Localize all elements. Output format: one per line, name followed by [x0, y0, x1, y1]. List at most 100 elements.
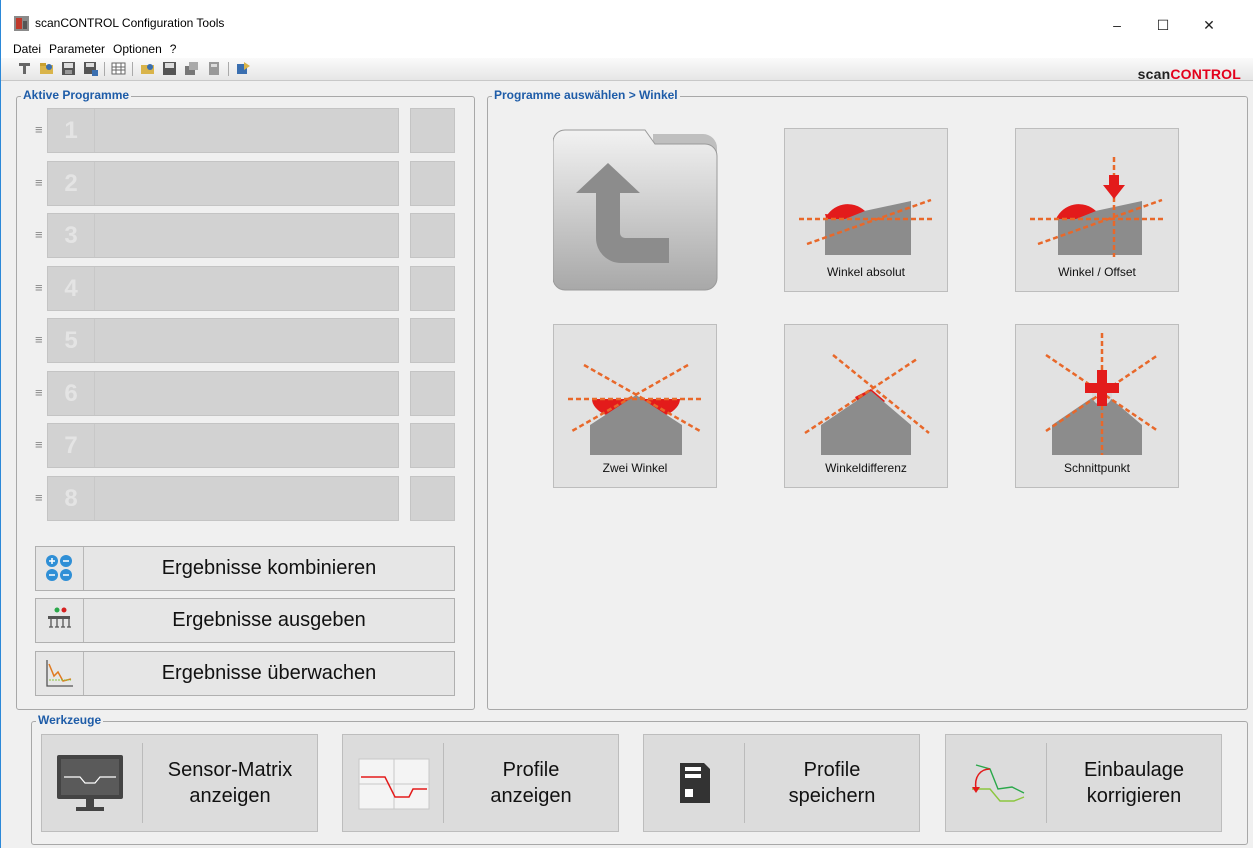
output-results-icon: [48, 599, 84, 642]
drag-handle-icon[interactable]: ≡: [35, 437, 43, 452]
window-title: scanCONTROL Configuration Tools: [35, 16, 225, 30]
program-number: 4: [48, 267, 95, 310]
profile-chart-icon: [358, 743, 444, 823]
absolute-angle-icon: [799, 198, 935, 255]
back-folder-icon: [552, 129, 718, 291]
program-slot-3[interactable]: ≡ 3: [35, 213, 460, 259]
sensor-connect-icon[interactable]: [17, 61, 32, 76]
correct-position-icon: [972, 743, 1047, 823]
program-selection-title: Programme auswählen > Winkel: [492, 88, 680, 102]
program-slot-2[interactable]: ≡ 2: [35, 161, 460, 207]
tool-label-line1: Sensor-Matrix: [167, 759, 293, 781]
tile-winkeldifferenz[interactable]: Winkeldifferenz: [784, 324, 948, 488]
menu-parameter[interactable]: Parameter: [45, 40, 109, 56]
angle-difference-icon: [804, 354, 930, 455]
maximize-button[interactable]: ☐: [1140, 10, 1186, 40]
drag-handle-icon[interactable]: ≡: [35, 122, 43, 137]
sensor-matrix-button[interactable]: Sensor-Matrix anzeigen: [41, 734, 318, 832]
drag-handle-icon[interactable]: ≡: [35, 490, 43, 505]
tile-zwei-winkel[interactable]: Zwei Winkel: [553, 324, 717, 488]
menu-help[interactable]: ?: [166, 40, 181, 56]
save-icon[interactable]: [61, 61, 76, 76]
reset-icon[interactable]: [236, 61, 251, 76]
tool-label-line2: anzeigen: [490, 785, 572, 807]
combine-results-button[interactable]: Ergebnisse kombinieren: [35, 546, 455, 591]
save-sensor-icon[interactable]: [162, 61, 177, 76]
program-slot-8[interactable]: ≡ 8: [35, 476, 460, 522]
program-slot-main[interactable]: 2: [47, 161, 399, 206]
tool-label-line2: speichern: [788, 785, 876, 807]
close-button[interactable]: ✕: [1186, 10, 1232, 40]
program-slot-main[interactable]: 6: [47, 371, 399, 416]
program-slot-5[interactable]: ≡ 5: [35, 318, 460, 364]
brand-logo: scanCONTROL: [1137, 66, 1241, 82]
program-number: 3: [48, 214, 95, 257]
save-profiles-button[interactable]: Profile speichern: [643, 734, 920, 832]
program-number: 8: [48, 477, 95, 520]
save-disk-icon: [680, 743, 745, 823]
program-number: 7: [48, 424, 95, 467]
program-slot-4[interactable]: ≡ 4: [35, 266, 460, 312]
program-slot-option[interactable]: [410, 161, 455, 206]
tools-title: Werkzeuge: [36, 713, 104, 727]
program-slot-option[interactable]: [410, 266, 455, 311]
program-slot-main[interactable]: 8: [47, 476, 399, 521]
tool-label-line2: anzeigen: [189, 785, 271, 807]
angle-offset-icon: [1030, 157, 1166, 257]
toolbar: [1, 58, 1253, 81]
tile-label: Winkeldifferenz: [825, 461, 907, 475]
tile-winkel-absolut[interactable]: Winkel absolut: [784, 128, 948, 292]
program-number: 2: [48, 162, 95, 205]
title-bar: scanCONTROL Configuration Tools – ☐ ✕: [1, 0, 1253, 40]
monitor-results-label: Ergebnisse überwachen: [161, 662, 377, 684]
program-slot-main[interactable]: 3: [47, 213, 399, 258]
tile-schnittpunkt[interactable]: Schnittpunkt: [1015, 324, 1179, 488]
program-slot-main[interactable]: 7: [47, 423, 399, 468]
app-window: scanCONTROL Configuration Tools – ☐ ✕ Da…: [0, 0, 1253, 848]
combine-results-label: Ergebnisse kombinieren: [161, 557, 377, 579]
tile-label: Schnittpunkt: [1063, 461, 1131, 475]
menu-bar: Datei Parameter Optionen?: [1, 40, 1253, 58]
active-programs-title: Aktive Programme: [21, 88, 132, 102]
monitor-results-icon: [46, 652, 84, 695]
program-slot-main[interactable]: 1: [47, 108, 399, 153]
tile-label: Winkel absolut: [826, 265, 906, 279]
program-slot-7[interactable]: ≡ 7: [35, 423, 460, 469]
intersection-icon: [1045, 333, 1159, 455]
program-slot-main[interactable]: 5: [47, 318, 399, 363]
program-slot-option[interactable]: [410, 213, 455, 258]
table-icon[interactable]: [111, 61, 126, 76]
program-slot-option[interactable]: [410, 476, 455, 521]
open-config-icon[interactable]: [39, 61, 54, 76]
back-tile[interactable]: [552, 128, 719, 294]
output-results-button[interactable]: Ergebnisse ausgeben: [35, 598, 455, 643]
tile-winkel-offset[interactable]: Winkel / Offset: [1015, 128, 1179, 292]
program-slot-option[interactable]: [410, 423, 455, 468]
minimize-button[interactable]: –: [1094, 10, 1140, 40]
drag-handle-icon[interactable]: ≡: [35, 385, 43, 400]
menu-datei[interactable]: Datei: [1, 40, 45, 56]
program-slot-option[interactable]: [410, 108, 455, 153]
menu-optionen[interactable]: Optionen: [109, 40, 166, 56]
export-icon[interactable]: [184, 61, 199, 76]
load-sensor-icon[interactable]: [140, 61, 155, 76]
program-slot-option[interactable]: [410, 371, 455, 416]
import-icon[interactable]: [206, 61, 221, 76]
correct-position-button[interactable]: Einbaulage korrigieren: [945, 734, 1222, 832]
show-profiles-button[interactable]: Profile anzeigen: [342, 734, 619, 832]
monitor-results-button[interactable]: Ergebnisse überwachen: [35, 651, 455, 696]
app-logo-icon: [14, 16, 29, 31]
drag-handle-icon[interactable]: ≡: [35, 280, 43, 295]
output-results-label: Ergebnisse ausgeben: [172, 609, 366, 631]
program-number: 6: [48, 372, 95, 415]
drag-handle-icon[interactable]: ≡: [35, 175, 43, 190]
program-slot-1[interactable]: ≡ 1: [35, 108, 460, 154]
drag-handle-icon[interactable]: ≡: [35, 227, 43, 242]
program-slot-option[interactable]: [410, 318, 455, 363]
monitor-icon: [57, 743, 143, 823]
tool-label-line1: Profile: [803, 759, 861, 781]
save-as-icon[interactable]: [83, 61, 98, 76]
program-slot-6[interactable]: ≡ 6: [35, 371, 460, 417]
drag-handle-icon[interactable]: ≡: [35, 332, 43, 347]
program-slot-main[interactable]: 4: [47, 266, 399, 311]
